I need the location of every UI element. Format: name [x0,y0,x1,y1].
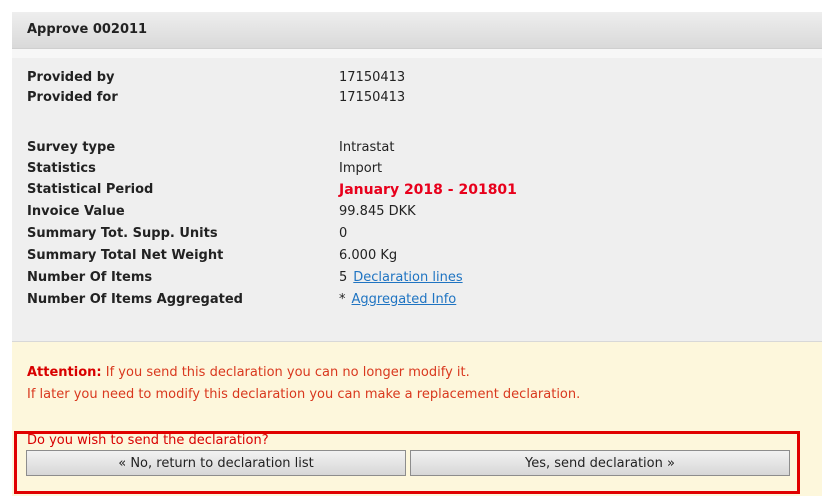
page-title: Approve 002011 [27,22,148,37]
send-declaration-button[interactable]: Yes, send declaration » [410,450,790,476]
items-aggregated-value: * [339,292,346,307]
attention-line-2: If later you need to modify this declara… [27,387,581,402]
survey-type-value: Intrastat [339,140,395,155]
provided-by-label: Provided by [27,70,115,85]
net-weight-row: Summary Total Net Weight 6.000 Kg [27,248,807,266]
number-of-items-label: Number Of Items [27,270,153,285]
invoice-value-row: Invoice Value 99.845 DKK [27,204,807,222]
statistics-value: Import [339,161,383,176]
attention-text-1: If you send this declaration you can no … [101,365,470,380]
provided-for-value: 17150413 [339,90,406,105]
survey-type-label: Survey type [27,140,116,155]
declaration-lines-link[interactable]: Declaration lines [353,270,462,285]
aggregated-info-link[interactable]: Aggregated Info [352,292,457,307]
send-question: Do you wish to send the declaration? [27,433,269,448]
items-aggregated-label: Number Of Items Aggregated [27,292,243,307]
panel-header: Approve 002011 [12,12,822,49]
supp-units-value: 0 [339,226,348,241]
items-aggregated-row: Number Of Items Aggregated * Aggregated I… [27,292,807,310]
items-aggregated-value-wrap: * Aggregated Info [339,292,456,307]
number-of-items-value-wrap: 5 Declaration lines [339,270,463,285]
net-weight-value: 6.000 Kg [339,248,398,263]
statistical-period-value: January 2018 - 201801 [339,182,517,198]
attention-box: Attention: If you send this declaration … [12,342,822,496]
supp-units-row: Summary Tot. Supp. Units 0 [27,226,807,244]
invoice-value-value: 99.845 DKK [339,204,416,219]
provided-for-row: Provided for 17150413 [27,90,807,108]
attention-line-1: Attention: If you send this declaration … [27,365,470,380]
header-spacer [12,49,822,58]
survey-type-row: Survey type Intrastat [27,140,807,158]
statistical-period-row: Statistical Period January 2018 - 201801 [27,182,807,200]
provided-by-row: Provided by 17150413 [27,70,807,88]
provided-for-label: Provided for [27,90,118,105]
approve-panel: Approve 002011 Provided by 17150413 Prov… [12,12,822,496]
return-to-list-button[interactable]: « No, return to declaration list [26,450,406,476]
net-weight-label: Summary Total Net Weight [27,248,224,263]
provided-by-value: 17150413 [339,70,406,85]
statistics-row: Statistics Import [27,161,807,179]
number-of-items-row: Number Of Items 5 Declaration lines [27,270,807,288]
statistical-period-label: Statistical Period [27,182,154,197]
invoice-value-label: Invoice Value [27,204,125,219]
number-of-items-value: 5 [339,270,348,285]
supp-units-label: Summary Tot. Supp. Units [27,226,218,241]
statistics-label: Statistics [27,161,96,176]
attention-prefix: Attention: [27,365,102,380]
